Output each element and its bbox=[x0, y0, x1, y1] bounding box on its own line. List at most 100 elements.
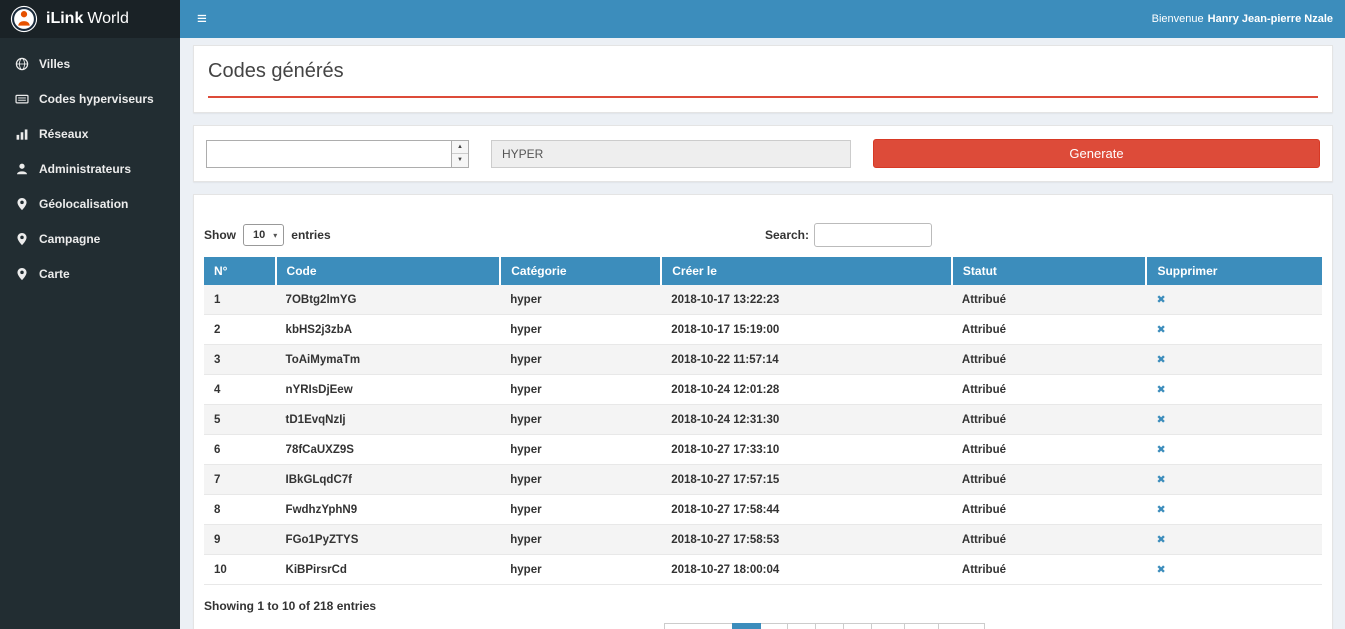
brand-title: iLinkWorld bbox=[46, 10, 129, 28]
title-underline bbox=[208, 96, 1318, 98]
codes-table: N° Code Catégorie Créer le Statut Suppri… bbox=[204, 257, 1322, 585]
row-category: hyper bbox=[500, 345, 661, 375]
welcome-text: Bienvenue Hanry Jean-pierre Nzale bbox=[1152, 13, 1345, 25]
pagination-ellipsis: … bbox=[871, 623, 905, 629]
search-control: Search: bbox=[765, 223, 932, 247]
row-created: 2018-10-24 12:31:30 bbox=[661, 405, 952, 435]
delete-icon[interactable]: ✖ bbox=[1156, 414, 1165, 426]
row-delete-cell: ✖ bbox=[1146, 495, 1322, 525]
delete-icon[interactable]: ✖ bbox=[1156, 324, 1165, 336]
sidebar: iLinkWorld Villes Codes hyperviseurs Rés… bbox=[0, 0, 180, 629]
delete-icon[interactable]: ✖ bbox=[1156, 534, 1165, 546]
row-category: hyper bbox=[500, 315, 661, 345]
delete-icon[interactable]: ✖ bbox=[1156, 294, 1165, 306]
column-header-category: Catégorie bbox=[500, 257, 661, 285]
row-created: 2018-10-27 17:57:15 bbox=[661, 465, 952, 495]
page-title: Codes générés bbox=[208, 60, 1318, 83]
delete-icon[interactable]: ✖ bbox=[1156, 444, 1165, 456]
row-code: kbHS2j3zbA bbox=[276, 315, 501, 345]
pagination-3[interactable]: 3 bbox=[787, 623, 816, 629]
pagination-1[interactable]: 1 bbox=[732, 623, 761, 629]
row-delete-cell: ✖ bbox=[1146, 435, 1322, 465]
spinner-down-icon[interactable]: ▼ bbox=[452, 154, 468, 167]
quantity-stepper: ▲ ▼ bbox=[206, 140, 469, 168]
row-code: KiBPirsrCd bbox=[276, 555, 501, 585]
delete-icon[interactable]: ✖ bbox=[1156, 474, 1165, 486]
sidebar-item-reseaux[interactable]: Réseaux bbox=[0, 116, 180, 151]
pagination-next[interactable]: Next bbox=[938, 623, 985, 629]
quantity-spinner-buttons[interactable]: ▲ ▼ bbox=[451, 141, 468, 167]
row-delete-cell: ✖ bbox=[1146, 525, 1322, 555]
brand[interactable]: iLinkWorld bbox=[0, 0, 180, 38]
pagination-5[interactable]: 5 bbox=[843, 623, 872, 629]
row-code: 7OBtg2lmYG bbox=[276, 285, 501, 315]
search-label: Search: bbox=[765, 228, 809, 242]
page-length-select[interactable]: 10 ▾ bbox=[243, 224, 284, 246]
pagination: Previous12345…22Next bbox=[266, 623, 1345, 629]
sidebar-item-label: Codes hyperviseurs bbox=[39, 92, 154, 106]
row-category: hyper bbox=[500, 555, 661, 585]
sidebar-toggle-button[interactable]: ≡ bbox=[180, 0, 224, 38]
pagination-previous[interactable]: Previous bbox=[664, 623, 733, 629]
table-info: Showing 1 to 10 of 218 entries bbox=[204, 599, 1322, 613]
sidebar-item-geolocalisation[interactable]: Géolocalisation bbox=[0, 186, 180, 221]
title-panel: Codes générés bbox=[193, 45, 1333, 113]
row-created: 2018-10-27 17:58:53 bbox=[661, 525, 952, 555]
globe-icon bbox=[14, 57, 29, 71]
row-num: 1 bbox=[204, 285, 276, 315]
quantity-input[interactable] bbox=[207, 141, 451, 167]
table-row: 9 FGo1PyZTYS hyper 2018-10-27 17:58:53 A… bbox=[204, 525, 1322, 555]
pagination-22[interactable]: 22 bbox=[904, 623, 939, 629]
row-status: Attribué bbox=[952, 405, 1147, 435]
table-row: 2 kbHS2j3zbA hyper 2018-10-17 15:19:00 A… bbox=[204, 315, 1322, 345]
row-status: Attribué bbox=[952, 345, 1147, 375]
row-delete-cell: ✖ bbox=[1146, 315, 1322, 345]
welcome-prefix: Bienvenue bbox=[1152, 13, 1204, 25]
row-num: 7 bbox=[204, 465, 276, 495]
category-input[interactable] bbox=[491, 140, 851, 168]
sidebar-item-label: Géolocalisation bbox=[39, 197, 128, 211]
row-created: 2018-10-22 11:57:14 bbox=[661, 345, 952, 375]
sidebar-item-label: Campagne bbox=[39, 232, 100, 246]
row-num: 9 bbox=[204, 525, 276, 555]
column-header-status: Statut bbox=[952, 257, 1147, 285]
row-category: hyper bbox=[500, 285, 661, 315]
row-num: 8 bbox=[204, 495, 276, 525]
delete-icon[interactable]: ✖ bbox=[1156, 384, 1165, 396]
spinner-up-icon[interactable]: ▲ bbox=[452, 141, 468, 155]
row-category: hyper bbox=[500, 525, 661, 555]
delete-icon[interactable]: ✖ bbox=[1156, 504, 1165, 516]
sidebar-menu: Villes Codes hyperviseurs Réseaux Admini… bbox=[0, 38, 180, 291]
sidebar-item-codes-hyperviseurs[interactable]: Codes hyperviseurs bbox=[0, 81, 180, 116]
row-status: Attribué bbox=[952, 525, 1147, 555]
menu-icon: ≡ bbox=[197, 9, 207, 29]
pagination-4[interactable]: 4 bbox=[815, 623, 844, 629]
sidebar-item-villes[interactable]: Villes bbox=[0, 46, 180, 81]
search-input[interactable] bbox=[814, 223, 932, 247]
pagination-2[interactable]: 2 bbox=[760, 623, 789, 629]
row-category: hyper bbox=[500, 465, 661, 495]
table-row: 1 7OBtg2lmYG hyper 2018-10-17 13:22:23 A… bbox=[204, 285, 1322, 315]
page-length-control: Show 10 ▾ entries bbox=[204, 224, 331, 246]
row-code: nYRIsDjEew bbox=[276, 375, 501, 405]
row-delete-cell: ✖ bbox=[1146, 375, 1322, 405]
generate-button[interactable]: Generate bbox=[873, 139, 1320, 168]
sidebar-item-campagne[interactable]: Campagne bbox=[0, 221, 180, 256]
row-created: 2018-10-27 17:58:44 bbox=[661, 495, 952, 525]
delete-icon[interactable]: ✖ bbox=[1156, 564, 1165, 576]
sidebar-item-label: Administrateurs bbox=[39, 162, 131, 176]
row-delete-cell: ✖ bbox=[1146, 405, 1322, 435]
row-category: hyper bbox=[500, 375, 661, 405]
welcome-username: Hanry Jean-pierre Nzale bbox=[1208, 13, 1333, 25]
sidebar-item-carte[interactable]: Carte bbox=[0, 256, 180, 291]
sidebar-item-label: Réseaux bbox=[39, 127, 88, 141]
delete-icon[interactable]: ✖ bbox=[1156, 354, 1165, 366]
content: Codes générés ▲ ▼ Generate Show bbox=[180, 38, 1345, 629]
sidebar-item-administrateurs[interactable]: Administrateurs bbox=[0, 151, 180, 186]
table-controls: Show 10 ▾ entries Search: bbox=[204, 223, 1322, 247]
row-num: 10 bbox=[204, 555, 276, 585]
sidebar-item-label: Carte bbox=[39, 267, 70, 281]
table-body: 1 7OBtg2lmYG hyper 2018-10-17 13:22:23 A… bbox=[204, 285, 1322, 585]
brand-logo-icon bbox=[10, 5, 38, 33]
row-num: 5 bbox=[204, 405, 276, 435]
